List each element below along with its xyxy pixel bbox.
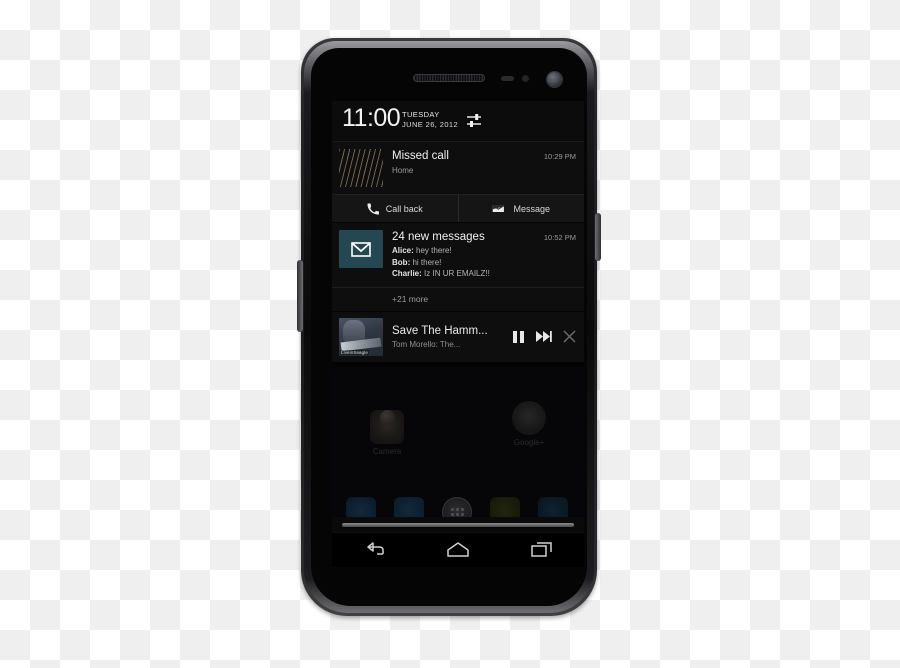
notification-missed-call[interactable]: Missed call 10:29 PM Home Call back Mess…: [332, 142, 584, 222]
album-art: LiveinSeagle: [339, 317, 383, 356]
missed-call-body: Missed call 10:29 PM Home: [383, 149, 576, 187]
missed-call-title-row: Missed call 10:29 PM: [392, 149, 576, 164]
gmail-sender: Charlie: [392, 269, 420, 278]
camera-app-label: Camera: [372, 447, 402, 456]
phone-screen: Camera Google+ 11:00 TUESDAY JUNE 26, 20…: [332, 101, 584, 567]
music-controls: [512, 330, 578, 344]
shade-drag-handle-area[interactable]: [332, 517, 584, 533]
list-item: Charlie: Iz IN UR EMAILZ!!: [392, 269, 490, 278]
gmail-title: 24 new messages: [392, 231, 485, 243]
music-artist: Tom Morello: The...: [392, 339, 461, 349]
clock-time: 11:00: [342, 104, 401, 132]
volume-rocker[interactable]: [297, 260, 303, 332]
back-button[interactable]: [351, 537, 397, 563]
gmail-main[interactable]: 24 new messages 10:52 PM Alice: hey ther…: [332, 223, 584, 287]
google-plus-app-glyph: [512, 401, 546, 435]
next-track-button[interactable]: [536, 330, 552, 343]
gmail-message-text: hey there!: [416, 246, 452, 255]
missed-call-title: Missed call: [392, 150, 449, 162]
gmail-title-row: 24 new messages 10:52 PM: [392, 230, 576, 245]
dismiss-button[interactable]: [563, 330, 576, 343]
front-camera-icon: [547, 72, 562, 87]
camera-app-icon[interactable]: Camera: [370, 401, 404, 456]
notification-shade: 11:00 TUESDAY JUNE 26, 2012 Missed call …: [332, 101, 584, 362]
phone-device: Camera Google+ 11:00 TUESDAY JUNE 26, 20…: [297, 38, 601, 616]
contact-photo: [339, 149, 383, 187]
phone-front-face: Camera Google+ 11:00 TUESDAY JUNE 26, 20…: [311, 48, 587, 606]
pause-button[interactable]: [512, 330, 525, 344]
home-button[interactable]: [435, 537, 481, 563]
music-metadata: Save The Hamm... Tom Morello: The...: [383, 324, 512, 350]
camera-app-glyph: [370, 410, 404, 444]
recents-button[interactable]: [519, 537, 565, 563]
music-track-title: Save The Hamm...: [392, 324, 488, 337]
notification-gmail[interactable]: 24 new messages 10:52 PM Alice: hey ther…: [332, 222, 584, 311]
settings-sliders-icon[interactable]: [465, 112, 483, 130]
earpiece-speaker-icon: [413, 74, 485, 82]
call-back-button[interactable]: Call back: [332, 195, 458, 222]
phone-icon: [367, 203, 379, 215]
list-item: Bob: hi there!: [392, 257, 442, 267]
gmail-time: 10:52 PM: [543, 233, 576, 242]
light-sensor-icon: [522, 75, 529, 82]
clock-date: TUESDAY JUNE 26, 2012: [402, 110, 458, 129]
gmail-body: 24 new messages 10:52 PM Alice: hey ther…: [383, 230, 576, 280]
clock-day-of-week: TUESDAY: [402, 110, 440, 119]
clock-date-text: JUNE 26, 2012: [402, 119, 459, 129]
call-back-label: Call back: [385, 203, 423, 214]
notification-music-player[interactable]: LiveinSeagle Save The Hamm... Tom Morell…: [332, 310, 584, 362]
google-plus-app-icon[interactable]: Google+: [512, 401, 546, 447]
message-label: Message: [513, 203, 551, 214]
missed-call-actions: Call back Message: [332, 194, 584, 222]
gmail-message-text: hi there!: [412, 257, 442, 267]
list-item: Alice: hey there!: [392, 246, 452, 255]
gmail-more-label[interactable]: +21 more: [332, 286, 584, 311]
missed-call-subtitle: Home: [392, 166, 414, 175]
music-row[interactable]: LiveinSeagle Save The Hamm... Tom Morell…: [332, 312, 584, 362]
missed-call-time: 10:29 PM: [543, 152, 576, 161]
message-icon: [492, 203, 506, 214]
screenshot-stage: Camera Google+ 11:00 TUESDAY JUNE 26, 20…: [0, 0, 900, 668]
message-button[interactable]: Message: [457, 195, 585, 222]
shade-header: 11:00 TUESDAY JUNE 26, 2012: [332, 101, 584, 142]
gmail-sender: Bob: [392, 257, 408, 267]
missed-call-main[interactable]: Missed call 10:29 PM Home: [332, 142, 584, 194]
google-plus-app-label: Google+: [513, 438, 545, 447]
sensor-row: [311, 70, 587, 88]
power-button[interactable]: [595, 213, 601, 261]
gmail-message-text: Iz IN UR EMAILZ!!: [424, 269, 490, 278]
navigation-bar: [332, 532, 584, 567]
album-art-watermark: LiveinSeagle: [340, 349, 369, 355]
gmail-sender: Alice: [392, 246, 412, 255]
gmail-envelope-icon: [339, 230, 383, 268]
proximity-sensor-icon: [501, 76, 514, 81]
notification-shade-drag-handle[interactable]: [342, 523, 574, 527]
phone-bezel: Camera Google+ 11:00 TUESDAY JUNE 26, 20…: [304, 41, 594, 613]
